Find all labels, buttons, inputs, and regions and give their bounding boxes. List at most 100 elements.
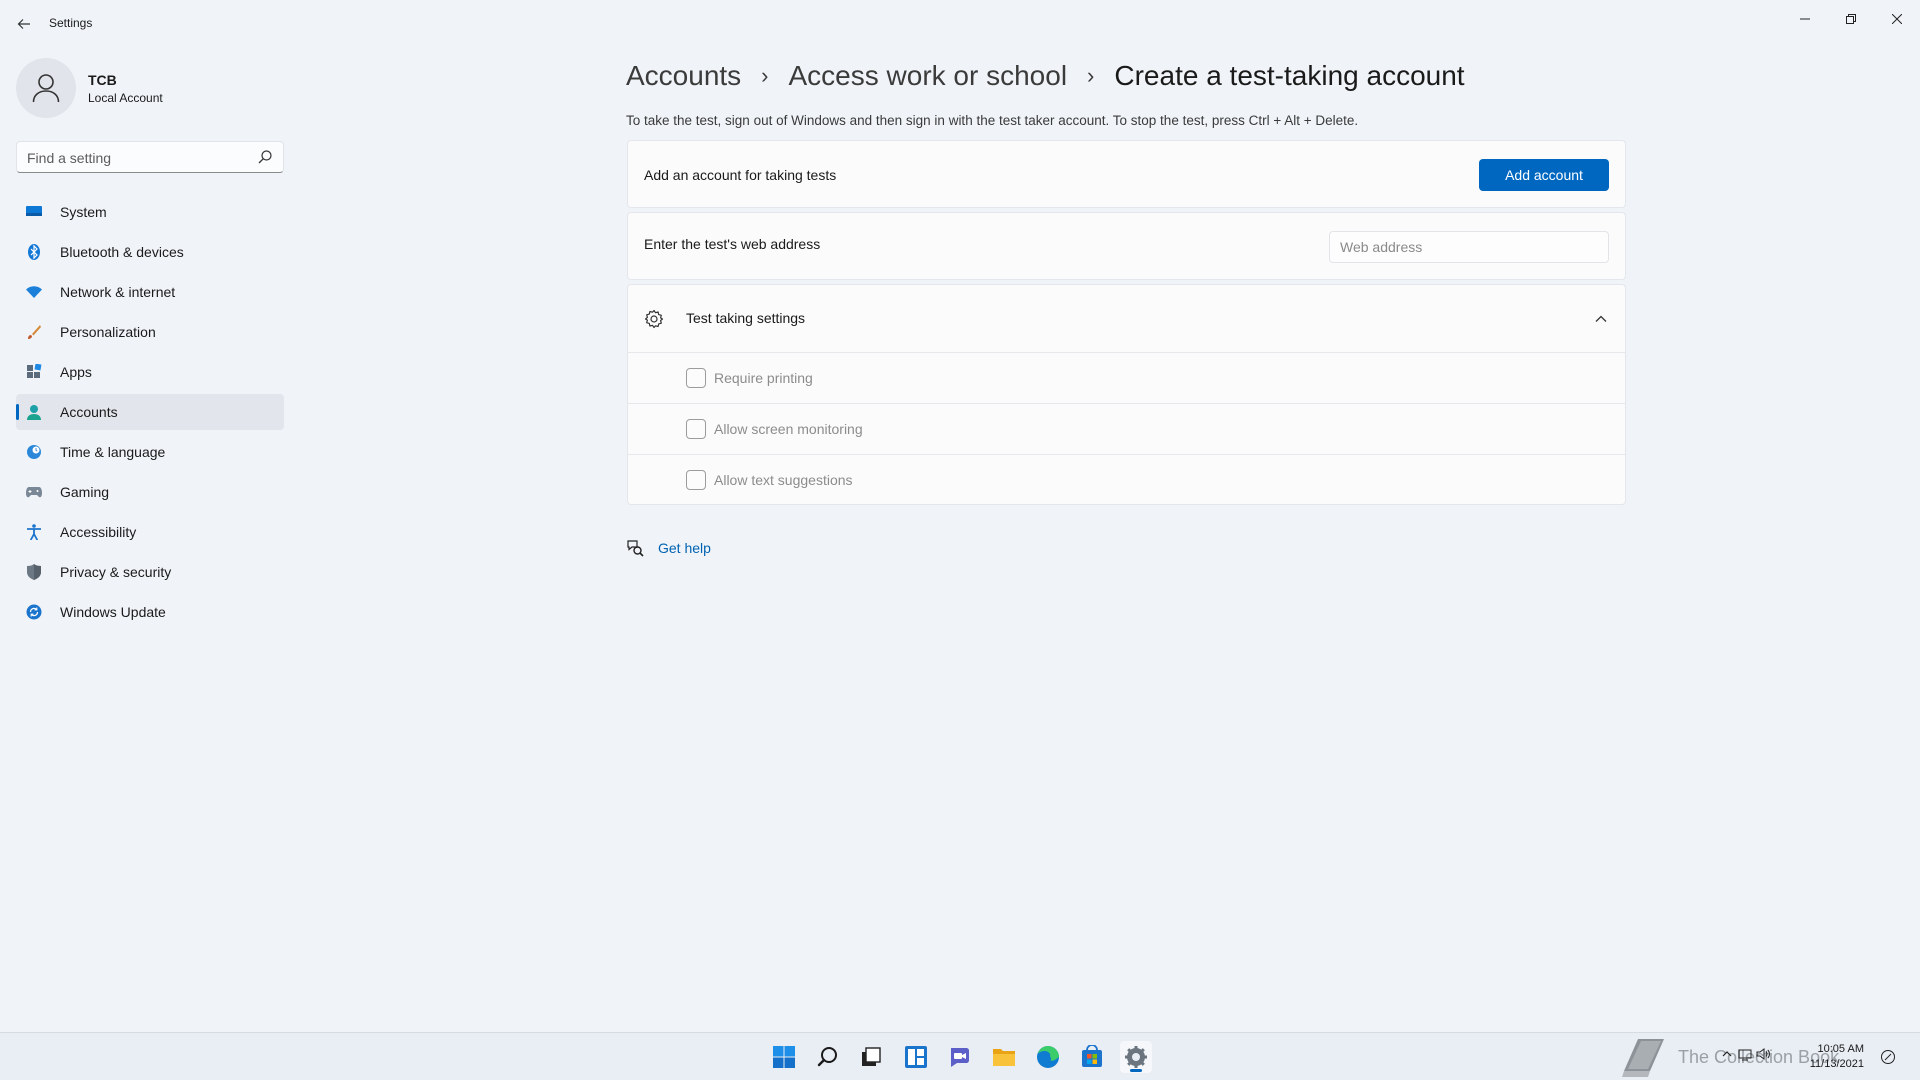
sidebar-item-apps[interactable]: Apps [16,354,284,390]
sidebar-item-time-language[interactable]: Time & language [16,434,284,470]
profile-account-type: Local Account [88,91,163,105]
widgets-button[interactable] [900,1041,932,1073]
taskbar: The Collection Book 10:05 AM 11/13/2021 [0,1032,1920,1080]
start-button[interactable] [768,1041,800,1073]
system-icon [26,204,42,220]
gamepad-icon [26,484,42,500]
store-icon [1082,1045,1102,1067]
text-suggestions-checkbox[interactable] [686,470,706,490]
network-icon[interactable] [1738,1047,1752,1061]
breadcrumb-separator: › [761,63,769,88]
sidebar-item-privacy[interactable]: Privacy & security [16,554,284,590]
sidebar-item-network[interactable]: Network & internet [16,274,284,310]
volume-icon[interactable] [1756,1047,1770,1061]
sidebar-item-label: System [60,204,107,220]
bluetooth-icon [26,244,42,260]
profile-name: TCB [88,72,117,88]
settings-taskbar-button[interactable] [1120,1041,1152,1073]
settings-search[interactable] [16,141,284,173]
taskbar-search-button[interactable] [812,1041,844,1073]
chevron-up-icon[interactable] [1720,1047,1734,1061]
search-icon[interactable] [257,149,273,165]
user-profile[interactable]: TCB Local Account [16,58,286,118]
chat-button[interactable] [944,1041,976,1073]
chevron-up-icon[interactable] [1593,311,1609,327]
test-settings-header[interactable]: Test taking settings [628,285,1625,353]
sidebar-item-label: Personalization [60,324,156,340]
minimize-button[interactable] [1782,4,1828,34]
add-account-label: Add an account for taking tests [644,167,837,183]
sidebar-item-label: Accounts [60,404,118,420]
book-watermark-icon [1622,1039,1664,1077]
wifi-icon [26,284,42,300]
option-require-printing: Require printing [628,353,1625,404]
accessibility-icon [26,524,42,540]
get-help-label: Get help [658,540,711,556]
task-view-icon [862,1047,881,1066]
search-input[interactable] [27,148,247,168]
notification-icon[interactable] [1880,1049,1896,1065]
globe-clock-icon [26,444,42,460]
option-allow-text-suggestions: Allow text suggestions [628,455,1625,506]
close-button[interactable] [1874,4,1920,34]
option-label: Allow text suggestions [714,472,853,488]
minimize-icon [1800,18,1810,20]
sidebar-item-label: Windows Update [60,604,166,620]
windows-start-icon [773,1046,795,1068]
clock-date[interactable]: 11/13/2021 [1810,1058,1864,1070]
add-account-button[interactable]: Add account [1479,159,1609,191]
add-account-card: Add an account for taking tests Add acco… [627,140,1626,208]
system-tray: The Collection Book 10:05 AM 11/13/2021 [1608,1033,1908,1080]
search-icon [817,1047,837,1067]
help-chat-icon [627,540,644,557]
breadcrumb-accounts[interactable]: Accounts [626,60,741,92]
sidebar-item-personalization[interactable]: Personalization [16,314,284,350]
user-avatar-icon [32,74,60,103]
edge-icon [1037,1046,1059,1068]
sidebar-item-system[interactable]: System [16,194,284,230]
app-title: Settings [49,16,93,30]
sidebar-item-accounts[interactable]: Accounts [16,394,284,430]
clock-time[interactable]: 10:05 AM [1818,1043,1864,1055]
screen-monitoring-checkbox[interactable] [686,419,706,439]
sidebar-item-label: Apps [60,364,92,380]
web-address-input[interactable] [1329,231,1609,263]
sidebar-item-windows-update[interactable]: Windows Update [16,594,284,630]
sidebar-item-label: Time & language [60,444,166,460]
breadcrumb: Accounts › Access work or school › Creat… [626,54,1465,98]
apps-icon [26,364,42,380]
get-help-link[interactable]: Get help [626,537,711,559]
file-explorer-button[interactable] [988,1041,1020,1073]
option-label: Require printing [714,370,813,386]
back-arrow-icon [17,19,30,29]
accounts-icon [26,404,42,420]
restore-button[interactable] [1828,4,1874,34]
sidebar-item-label: Gaming [60,484,110,500]
file-explorer-icon [993,1049,1015,1066]
sidebar-item-label: Bluetooth & devices [60,244,184,260]
require-printing-checkbox[interactable] [686,368,706,388]
sidebar-item-bluetooth[interactable]: Bluetooth & devices [16,234,284,270]
breadcrumb-access-work-school[interactable]: Access work or school [789,60,1068,92]
edge-button[interactable] [1032,1041,1064,1073]
test-settings-title: Test taking settings [686,310,806,326]
widgets-icon [905,1046,927,1068]
update-icon [26,604,42,620]
close-icon [1892,14,1902,24]
store-button[interactable] [1076,1041,1108,1073]
sidebar-item-accessibility[interactable]: Accessibility [16,514,284,550]
web-address-label: Enter the test's web address [644,236,821,252]
web-address-card: Enter the test's web address [627,212,1626,280]
restore-icon [1846,14,1856,24]
active-indicator [1130,1069,1142,1072]
page-title: Create a test-taking account [1114,60,1465,91]
shield-icon [26,564,42,580]
back-button[interactable] [10,12,38,36]
title-bar: Settings [0,0,1920,48]
sidebar-item-label: Accessibility [60,524,137,540]
sidebar-item-gaming[interactable]: Gaming [16,474,284,510]
chat-icon [951,1048,969,1067]
option-allow-screen-monitoring: Allow screen monitoring [628,404,1625,455]
task-view-button[interactable] [855,1041,887,1073]
sidebar-item-label: Network & internet [60,284,176,300]
